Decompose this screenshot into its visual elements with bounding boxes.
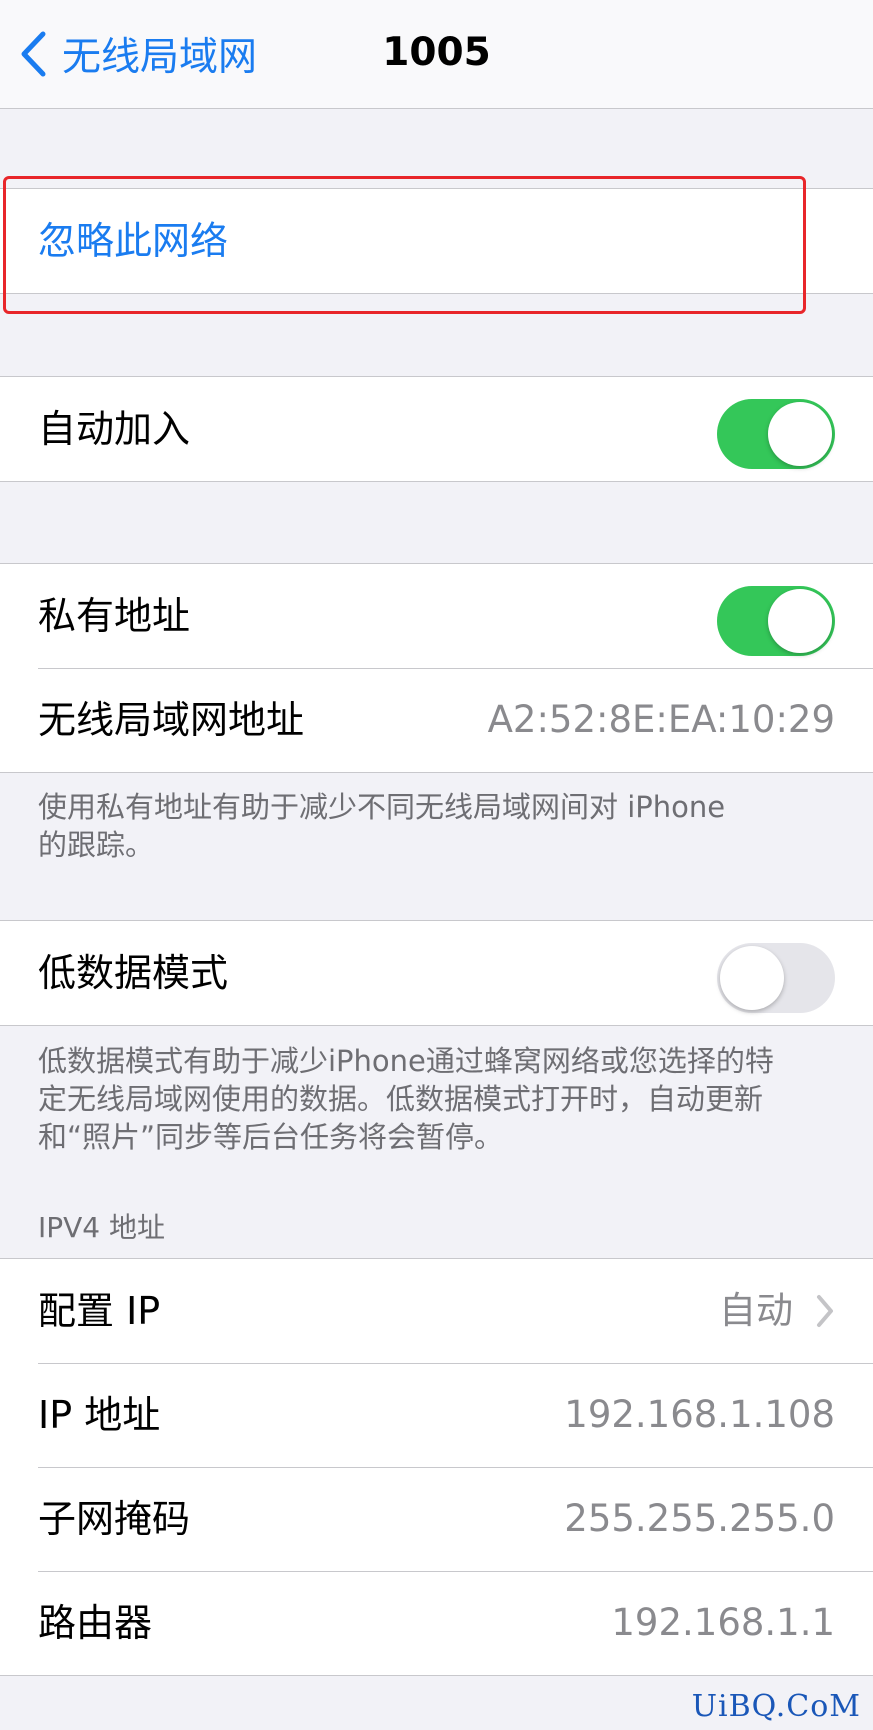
footnote-line: 使用私有地址有助于减少不同无线局域网间对 iPhone [38, 790, 726, 824]
navigation-bar: 无线局域网 1005 [0, 0, 873, 109]
auto-join-row: 自动加入 [0, 377, 873, 481]
toggle-knob [720, 946, 784, 1010]
private-address-label: 私有地址 [38, 594, 191, 638]
back-button[interactable]: 无线局域网 [18, 24, 257, 84]
forget-network-button[interactable]: 忽略此网络 [0, 189, 873, 293]
chevron-left-icon [21, 31, 46, 77]
low-data-footnote: 低数据模式有助于减少iPhone通过蜂窝网络或您选择的特 定无线局域网使用的数据… [38, 1042, 838, 1156]
footnote-line: 和“照片”同步等后台任务将会暂停。 [38, 1120, 504, 1154]
low-data-toggle[interactable] [717, 943, 835, 1013]
private-address-toggle[interactable] [717, 586, 835, 656]
low-data-row: 低数据模式 [0, 921, 873, 1025]
forget-group: 忽略此网络 [0, 188, 873, 294]
toggle-knob [768, 402, 832, 466]
low-data-group: 低数据模式 [0, 920, 873, 1026]
low-data-label: 低数据模式 [38, 951, 229, 995]
wifi-address-row: 无线局域网地址 A2:52:8E:EA:10:29 [0, 668, 873, 772]
auto-join-toggle[interactable] [717, 399, 835, 469]
private-address-footnote: 使用私有地址有助于减少不同无线局域网间对 iPhone 的跟踪。 [38, 788, 838, 864]
router-label: 路由器 [38, 1601, 153, 1645]
ipv4-section-header: IPV4 地址 [38, 1211, 166, 1244]
configure-ip-value: 自动 [719, 1289, 793, 1332]
private-address-group: 私有地址 无线局域网地址 A2:52:8E:EA:10:29 [0, 563, 873, 773]
auto-join-group: 自动加入 [0, 376, 873, 482]
ip-address-row: IP 地址 192.168.1.108 [0, 1363, 873, 1467]
configure-ip-label: 配置 IP [38, 1289, 161, 1333]
private-address-row: 私有地址 [0, 564, 873, 668]
wifi-address-label: 无线局域网地址 [38, 698, 305, 742]
forget-network-label: 忽略此网络 [38, 219, 229, 263]
subnet-mask-row: 子网掩码 255.255.255.0 [0, 1467, 873, 1571]
watermark: UiBQ.CoM [691, 1689, 861, 1724]
toggle-knob [768, 589, 832, 653]
footnote-line: 低数据模式有助于减少iPhone通过蜂窝网络或您选择的特 [38, 1044, 774, 1078]
subnet-mask-label: 子网掩码 [38, 1497, 191, 1541]
router-value: 192.168.1.1 [611, 1601, 835, 1644]
subnet-mask-value: 255.255.255.0 [564, 1497, 835, 1540]
chevron-right-icon [817, 1295, 833, 1327]
ip-address-label: IP 地址 [38, 1393, 161, 1437]
footnote-line: 定无线局域网使用的数据。低数据模式打开时，自动更新 [38, 1082, 764, 1116]
wifi-address-value: A2:52:8E:EA:10:29 [487, 698, 835, 741]
configure-ip-row[interactable]: 配置 IP 自动 [0, 1259, 873, 1363]
ip-address-value: 192.168.1.108 [564, 1393, 835, 1436]
ipv4-group: 配置 IP 自动 IP 地址 192.168.1.108 子网掩码 255.25… [0, 1258, 873, 1676]
footnote-line: 的跟踪。 [38, 828, 155, 862]
auto-join-label: 自动加入 [38, 407, 191, 451]
back-label: 无线局域网 [62, 35, 258, 80]
page-title: 1005 [382, 30, 491, 75]
router-row: 路由器 192.168.1.1 [0, 1571, 873, 1675]
